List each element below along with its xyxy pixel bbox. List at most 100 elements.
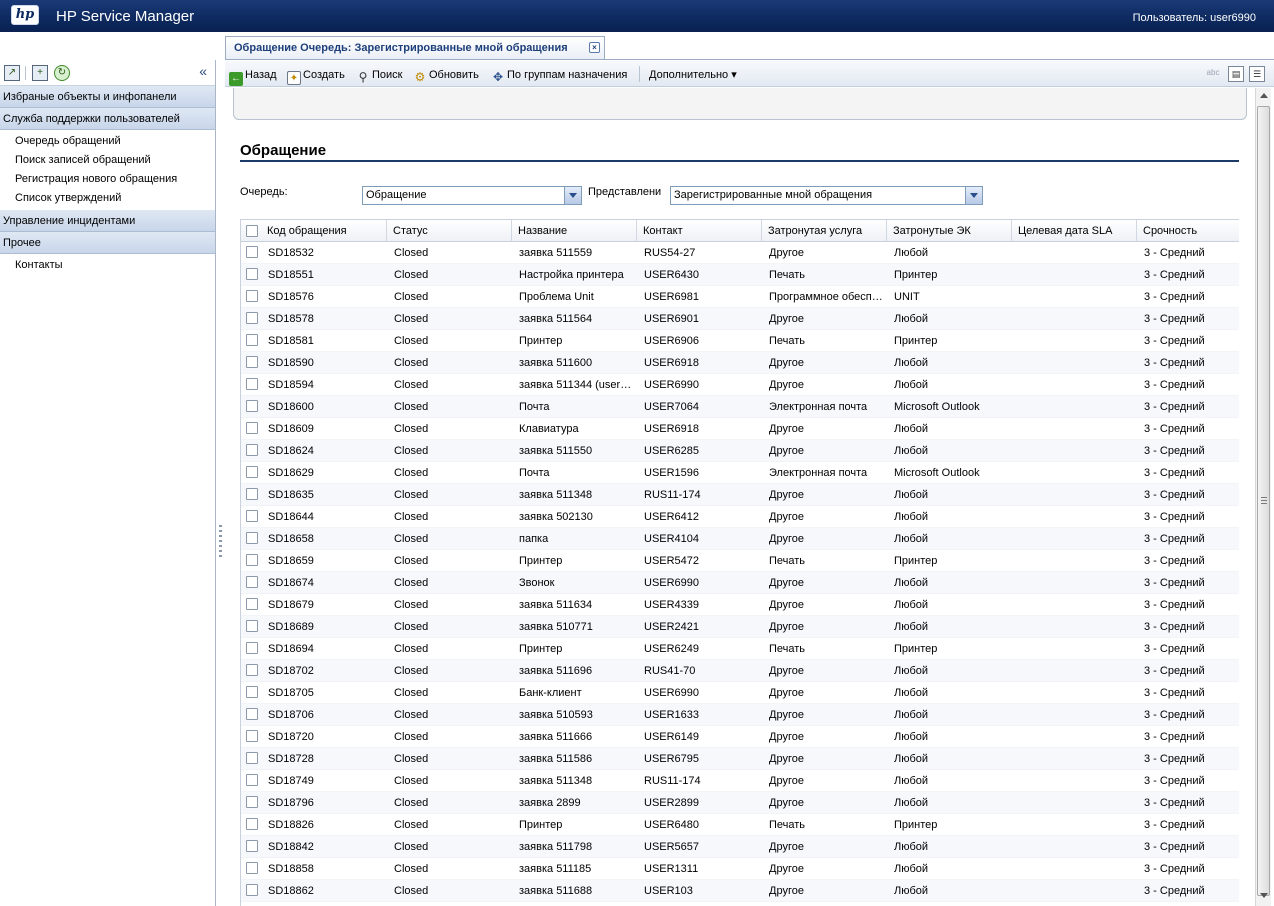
table-row[interactable]: SD18705 Closed Банк-клиент USER6990 Другое Лю… (241, 682, 1239, 704)
table-row[interactable]: SD18706 Closed заявка 510593 USER1633 Другое… (241, 704, 1239, 726)
table-cell[interactable]: SD18720 (263, 726, 385, 748)
table-cell[interactable]: SD18706 (263, 704, 385, 726)
table-row[interactable]: SD18658 Closed папка USER4104 Другое Любой 3 -… (241, 528, 1239, 550)
row-checkbox[interactable] (246, 532, 258, 544)
row-checkbox[interactable] (246, 708, 258, 720)
table-row[interactable]: SD18576 Closed Проблема Unit USER6981 Програ… (241, 286, 1239, 308)
table-row[interactable]: SD18842 Closed заявка 511798 USER5657 Другое… (241, 836, 1239, 858)
table-row[interactable]: SD18720 Closed заявка 511666 USER6149 Другое… (241, 726, 1239, 748)
table-cell[interactable]: SD18644 (263, 506, 385, 528)
table-row[interactable]: SD18578 Closed заявка 511564 USER6901 Другое… (241, 308, 1239, 330)
search-button[interactable]: ⚲ Поиск (356, 67, 403, 84)
table-row[interactable]: SD18679 Closed заявка 511634 USER4339 Другое… (241, 594, 1239, 616)
table-row[interactable]: SD18644 Closed заявка 502130 USER6412 Другое… (241, 506, 1239, 528)
table-cell[interactable]: SD18658 (263, 528, 385, 550)
table-row[interactable]: SD18826 Closed Принтер USER6480 Печать Принте… (241, 814, 1239, 836)
table-row[interactable]: SD18590 Closed заявка 511600 USER6918 Другое… (241, 352, 1239, 374)
column-header[interactable]: Затронутые ЭК (887, 220, 1012, 242)
row-checkbox[interactable] (246, 752, 258, 764)
row-checkbox[interactable] (246, 334, 258, 346)
table-row[interactable]: SD18600 Closed Почта USER7064 Электронная по… (241, 396, 1239, 418)
queue-select[interactable]: Обращение (362, 186, 582, 205)
print-icon[interactable]: ▤ (1228, 66, 1244, 82)
row-checkbox[interactable] (246, 422, 258, 434)
row-checkbox[interactable] (246, 510, 258, 522)
nav-item-link[interactable]: Очередь обращений (0, 132, 215, 151)
row-checkbox[interactable] (246, 400, 258, 412)
table-row[interactable]: SD18594 Closed заявка 511344 (user7... USER… (241, 374, 1239, 396)
row-checkbox[interactable] (246, 818, 258, 830)
row-checkbox[interactable] (246, 620, 258, 632)
table-row[interactable]: SD18702 Closed заявка 511696 RUS41-70 Другое… (241, 660, 1239, 682)
row-checkbox[interactable] (246, 664, 258, 676)
table-row[interactable]: SD18532 Closed заявка 511559 RUS54-27 Другое… (241, 242, 1239, 264)
row-checkbox[interactable] (246, 246, 258, 258)
column-header[interactable]: Код обращения (261, 220, 387, 242)
collapse-panel-button[interactable]: « (199, 63, 207, 79)
table-cell[interactable]: SD18635 (263, 484, 385, 506)
table-cell[interactable]: SD18826 (263, 814, 385, 836)
table-cell[interactable]: SD18796 (263, 792, 385, 814)
table-cell[interactable]: SD18576 (263, 286, 385, 308)
column-header[interactable]: Название (512, 220, 637, 242)
row-checkbox[interactable] (246, 268, 258, 280)
tab-queue-registered-by-me[interactable]: Обращение Очередь: Зарегистрированные мн… (225, 36, 605, 60)
nav-item-link[interactable]: Поиск записей обращений (0, 151, 215, 170)
table-cell[interactable]: SD18705 (263, 682, 385, 704)
chevron-down-icon[interactable] (564, 187, 581, 204)
column-header[interactable]: Затронутая услуга (762, 220, 887, 242)
table-cell[interactable]: SD18590 (263, 352, 385, 374)
table-cell[interactable]: SD18702 (263, 660, 385, 682)
nav-section-header[interactable]: Управление инцидентами (0, 210, 215, 232)
more-menu-button[interactable]: Дополнительно ▾ (649, 67, 737, 83)
table-cell[interactable]: SD18862 (263, 880, 385, 902)
row-checkbox[interactable] (246, 730, 258, 742)
scrollbar-thumb[interactable] (1257, 106, 1270, 896)
create-button[interactable]: ✦ Создать (287, 67, 345, 85)
table-row[interactable]: SD18609 Closed Клавиатура USER6918 Другое Люб… (241, 418, 1239, 440)
nav-item-link[interactable]: Контакты (0, 256, 215, 275)
row-checkbox[interactable] (246, 576, 258, 588)
table-row[interactable]: SD18749 Closed заявка 511348 RUS11-174 Друго… (241, 770, 1239, 792)
column-header[interactable]: Контакт (637, 220, 762, 242)
table-cell[interactable]: SD18532 (263, 242, 385, 264)
nav-item-link[interactable]: Регистрация нового обращения (0, 170, 215, 189)
row-checkbox[interactable] (246, 884, 258, 896)
select-all-checkbox[interactable] (246, 225, 258, 237)
table-cell[interactable]: SD18842 (263, 836, 385, 858)
table-row[interactable]: SD18551 Closed Настройка принтера USER6430 П… (241, 264, 1239, 286)
table-row[interactable]: SD18635 Closed заявка 511348 RUS11-174 Друго… (241, 484, 1239, 506)
column-header[interactable]: Срочность (1137, 220, 1239, 242)
row-checkbox[interactable] (246, 598, 258, 610)
row-checkbox[interactable] (246, 356, 258, 368)
close-tab-icon[interactable]: × (589, 42, 600, 53)
table-cell[interactable]: SD18551 (263, 264, 385, 286)
nav-item-link[interactable]: Список утверждений (0, 189, 215, 208)
row-checkbox[interactable] (246, 840, 258, 852)
row-checkbox[interactable] (246, 554, 258, 566)
scroll-down-icon[interactable] (1260, 893, 1268, 898)
view-select[interactable]: Зарегистрированные мной обращения (670, 186, 983, 205)
row-checkbox[interactable] (246, 312, 258, 324)
column-header[interactable]: Статус (387, 220, 512, 242)
table-cell[interactable]: SD18728 (263, 748, 385, 770)
splitter-grip[interactable] (219, 525, 222, 559)
nav-section-header[interactable]: Избраные объекты и инфопанели (0, 86, 215, 108)
table-cell[interactable]: SD18578 (263, 308, 385, 330)
add-favorite-icon[interactable]: + (32, 65, 48, 81)
table-cell[interactable]: SD18594 (263, 374, 385, 396)
row-checkbox[interactable] (246, 444, 258, 456)
row-checkbox[interactable] (246, 862, 258, 874)
table-row[interactable]: SD18796 Closed заявка 2899 USER2899 Другое Лю… (241, 792, 1239, 814)
chevron-down-icon[interactable] (965, 187, 982, 204)
row-checkbox[interactable] (246, 642, 258, 654)
table-cell[interactable]: SD18600 (263, 396, 385, 418)
row-checkbox[interactable] (246, 774, 258, 786)
table-cell[interactable]: SD18659 (263, 550, 385, 572)
refresh-icon[interactable]: ↻ (54, 65, 70, 81)
table-row[interactable]: SD18629 Closed Почта USER1596 Электронная по… (241, 462, 1239, 484)
by-groups-button[interactable]: ✥ По группам назначения (491, 67, 627, 84)
table-cell[interactable]: SD18581 (263, 330, 385, 352)
panel-splitter[interactable] (217, 60, 225, 906)
row-checkbox[interactable] (246, 796, 258, 808)
